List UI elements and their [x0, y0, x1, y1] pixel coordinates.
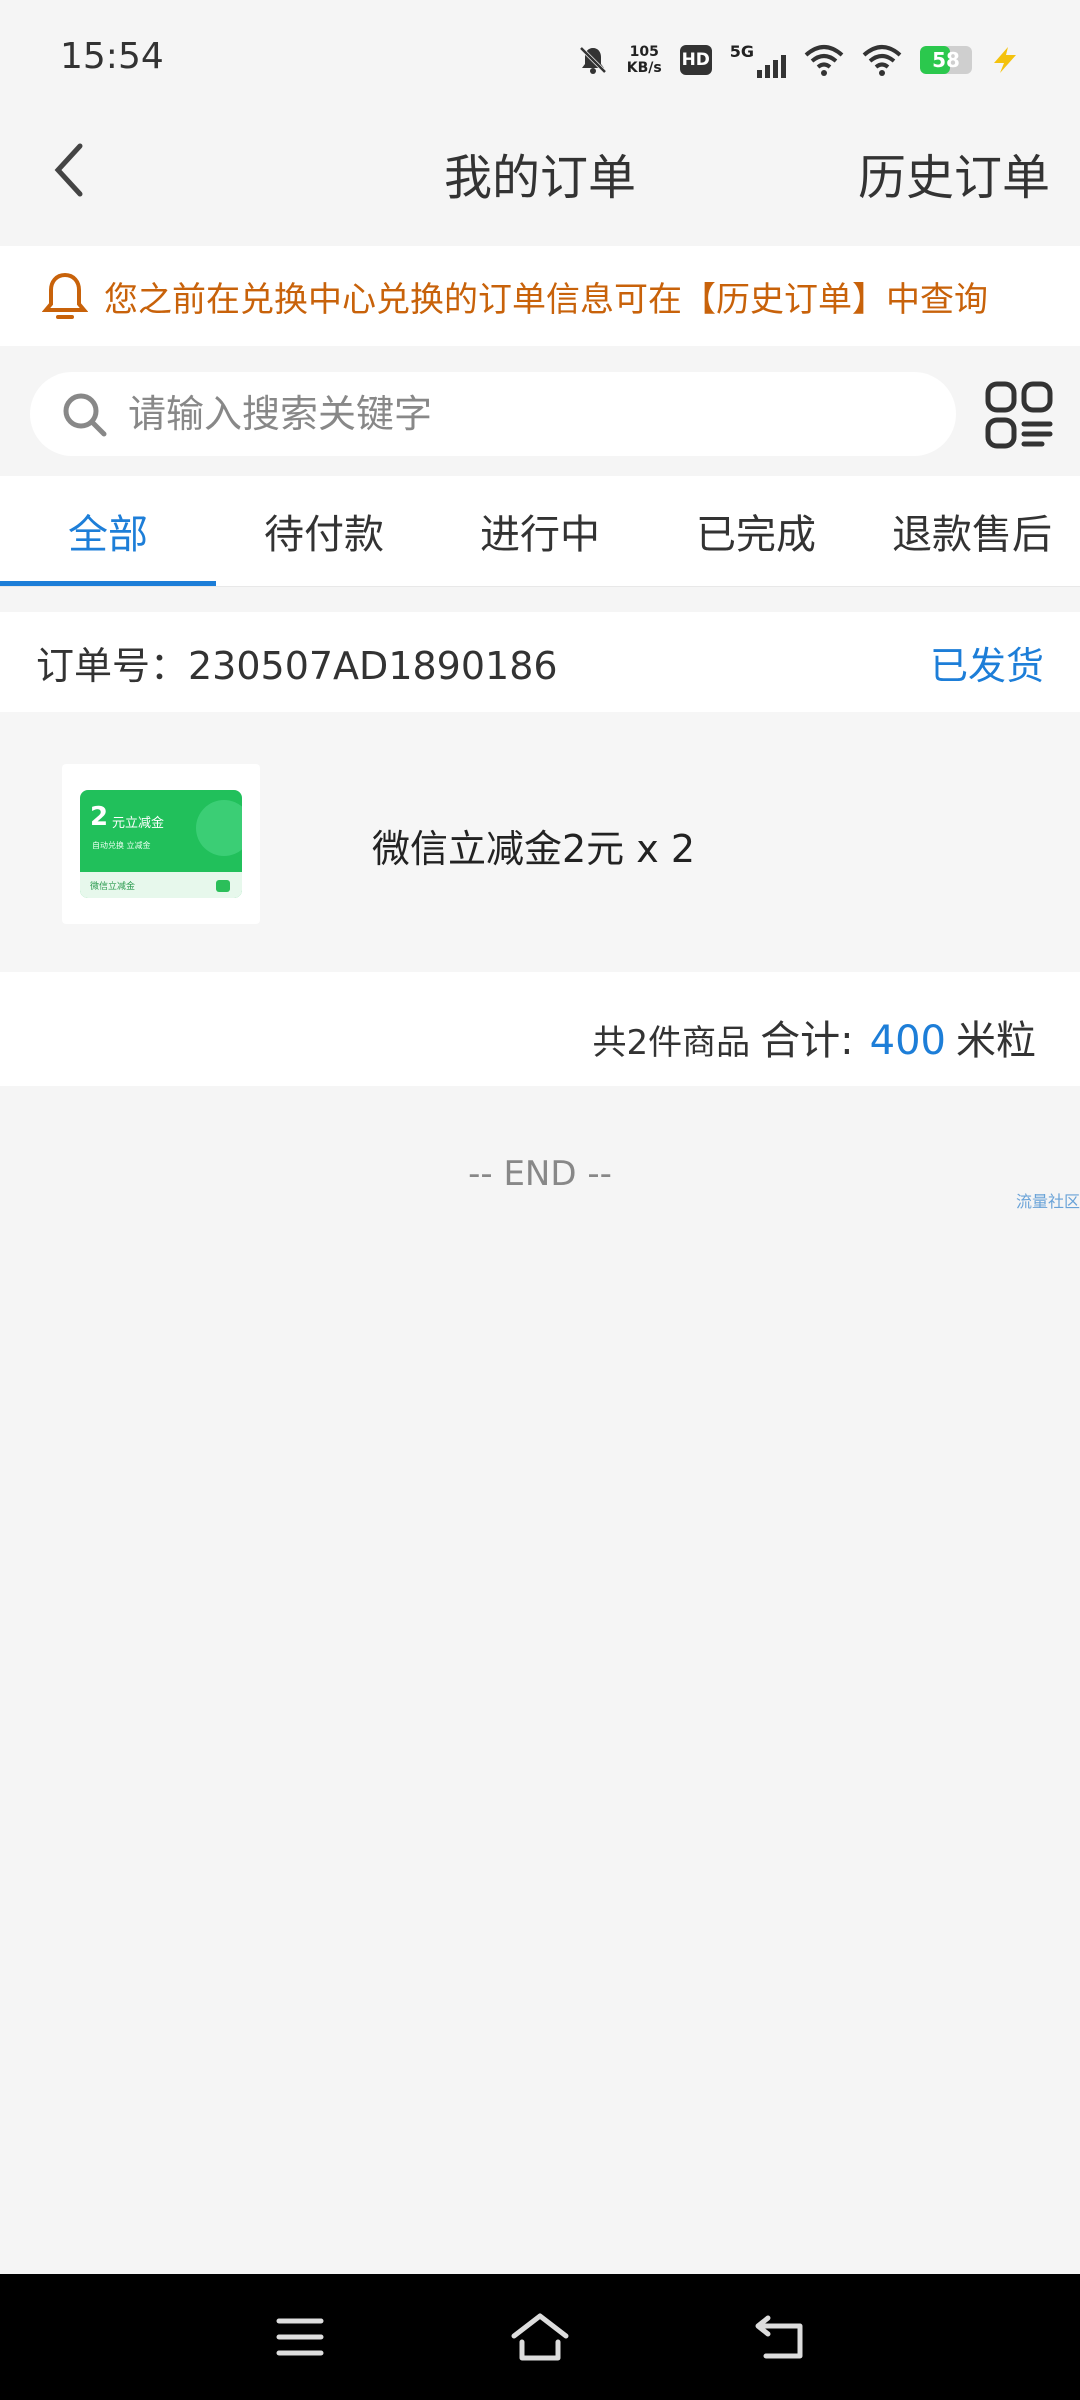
notice-text: 您之前在兑换中心兑换的订单信息可在【历史订单】中查询 [104, 279, 988, 320]
total-unit: 米粒 [956, 1018, 1036, 1064]
tab-all[interactable]: 全部 [0, 476, 216, 586]
order-tabs: 全部 待付款 进行中 已完成 退款售后 [0, 476, 1080, 587]
tab-refund-after-sales[interactable]: 退款售后 [864, 476, 1080, 586]
battery-icon: 58 [920, 46, 972, 74]
scan-button[interactable] [984, 380, 1054, 450]
wechat-pay-icon [216, 880, 230, 892]
coupon-image: 2 元立减金 自动兑换 立减金 微信立减金 [80, 790, 242, 898]
home-icon [511, 2313, 569, 2361]
nav-back-button[interactable] [740, 2304, 820, 2370]
total-value: 400 [869, 1018, 946, 1064]
battery-level: 58 [932, 48, 960, 72]
history-orders-link[interactable]: 历史订单 [858, 138, 1050, 208]
order-total: 共2件商品 合计: 400 米粒 [593, 1008, 1036, 1066]
order-header[interactable]: 订单号：230507AD1890186 已发货 [0, 612, 1080, 712]
menu-icon [276, 2318, 324, 2356]
tab-completed[interactable]: 已完成 [648, 476, 864, 586]
list-end-text: -- END -- [468, 1154, 612, 1194]
wifi-icon [862, 45, 902, 76]
signal-label: 5G [729, 42, 754, 61]
hd-icon: HD [679, 45, 712, 75]
charging-icon [994, 47, 1016, 73]
search-bar[interactable] [30, 372, 956, 456]
product-thumbnail[interactable]: 2 元立减金 自动兑换 立减金 微信立减金 [62, 764, 260, 924]
tab-pending-payment[interactable]: 待付款 [216, 476, 432, 586]
order-footer: 共2件商品 合计: 400 米粒 [0, 972, 1080, 1086]
net-speed: 105 KB/s [626, 44, 662, 76]
bell-icon [42, 272, 88, 319]
scan-menu-icon [985, 381, 1053, 449]
order-number: 订单号：230507AD1890186 [36, 643, 558, 688]
search-input[interactable] [126, 391, 930, 437]
back-icon [755, 2315, 803, 2359]
nav-home-button[interactable] [500, 2304, 580, 2370]
status-icons: 105 KB/s HD 5G 58 [577, 36, 1020, 84]
nav-menu-button[interactable] [260, 2304, 340, 2370]
item-count: 共2件商品 [592, 1023, 751, 1063]
signal-icon: 5G [730, 42, 786, 78]
total-label: 合计: [760, 1018, 854, 1064]
tab-in-progress[interactable]: 进行中 [432, 476, 648, 586]
notice-banner: 您之前在兑换中心兑换的订单信息可在【历史订单】中查询 [0, 246, 1080, 346]
system-nav-bar [0, 2274, 1080, 2400]
product-name: 微信立减金2元 x 2 [372, 827, 696, 871]
wifi-icon [804, 45, 844, 76]
search-icon [63, 393, 107, 437]
wechat-logo-icon [196, 800, 242, 856]
order-status: 已发货 [929, 643, 1044, 688]
watermark: 流量社区 [1015, 1192, 1080, 1211]
bell-off-icon [579, 46, 607, 74]
status-time: 15:54 [60, 36, 164, 77]
